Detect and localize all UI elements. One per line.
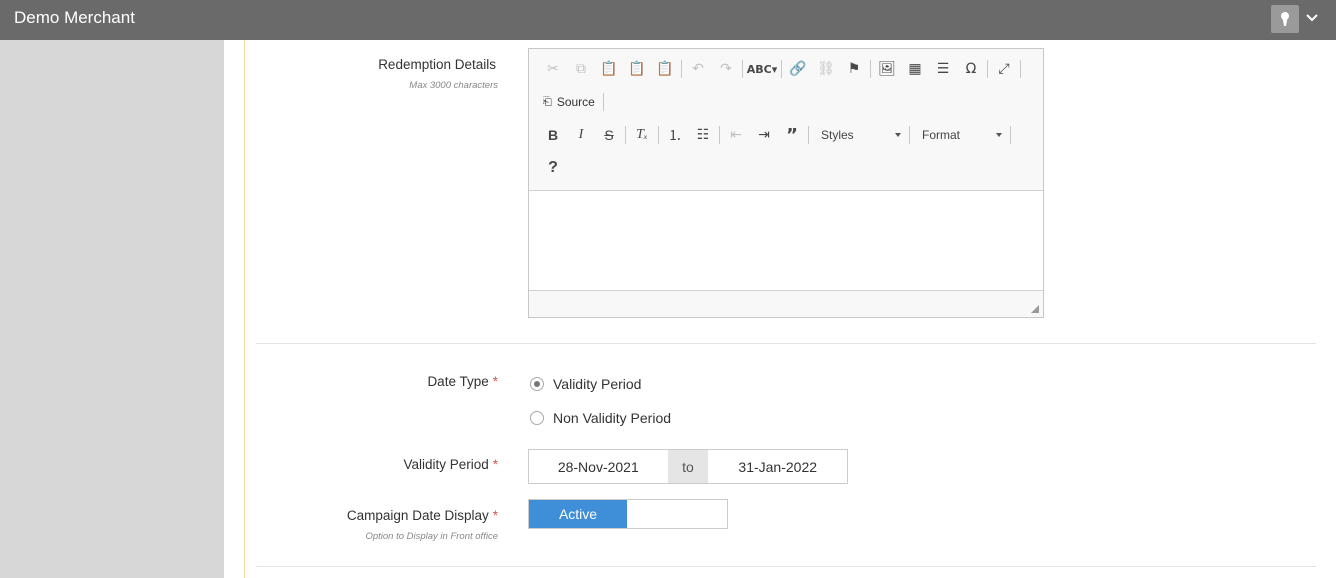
required-marker: * [492,374,498,389]
unlink-icon[interactable]: ⛓ [812,57,840,81]
editor-toolbar-row-2: ⎗ Source [539,90,606,114]
campaign-date-display-hint: Option to Display in Front office [365,531,498,542]
maximize-icon[interactable]: ⤢ [990,57,1018,81]
toolbar-separator [808,126,809,144]
radio-button-checked[interactable] [530,377,544,391]
radio-non-validity-period[interactable]: Non Validity Period [530,410,671,426]
redemption-details-label: Redemption Details [378,57,496,72]
remove-format-icon[interactable]: Tₓ [628,123,656,147]
styles-dropdown[interactable]: Styles [811,124,907,146]
special-char-icon[interactable]: Ω [957,57,985,81]
horizontal-line-icon[interactable]: ☰ [929,57,957,81]
italic-icon[interactable]: I [567,123,595,147]
undo-icon[interactable]: ↶ [684,57,712,81]
toolbar-separator [870,60,871,78]
strikethrough-icon[interactable]: S [595,123,623,147]
format-dropdown[interactable]: Format [912,124,1008,146]
editor-toolbar-row-3: B I S Tₓ ⒈ ☷ ⇤ ⇥ ” Styles Format [539,123,1013,147]
toolbar-separator [1010,126,1011,144]
toolbar-separator [987,60,988,78]
section-divider [256,566,1316,567]
increase-indent-icon[interactable]: ⇥ [750,123,778,147]
paste-text-icon[interactable]: 📋 [623,57,651,81]
toolbar-separator [625,126,626,144]
radio-button[interactable] [530,411,544,425]
blockquote-icon[interactable]: ” [778,123,806,147]
source-button[interactable]: ⎗ Source [539,95,601,109]
format-label: Format [922,128,961,142]
chevron-down-icon[interactable] [1305,11,1319,25]
section-divider [256,343,1316,344]
editor-content-area[interactable] [529,190,1043,291]
editor-toolbar-row-4: ? [539,156,567,180]
dropdown-arrow-icon [895,133,901,137]
range-separator: to [667,450,709,483]
redo-icon[interactable]: ↷ [712,57,740,81]
start-date-input[interactable]: 28-Nov-2021 [529,450,668,483]
radio-validity-period[interactable]: Validity Period [530,376,641,392]
required-marker: * [492,508,498,523]
toolbar-separator [781,60,782,78]
end-date-input[interactable]: 31-Jan-2022 [708,450,847,483]
paste-icon[interactable]: 📋 [595,57,623,81]
keyhole-icon [1281,12,1289,26]
required-marker: * [492,457,498,472]
toolbar-separator [1020,60,1021,78]
user-menu-button[interactable] [1271,5,1299,33]
toggle-active-state[interactable]: Active [529,500,627,528]
date-type-label: Date Type * [427,374,498,389]
numbered-list-icon[interactable]: ⒈ [661,123,689,147]
toolbar-separator [719,126,720,144]
top-bar: Demo Merchant [0,0,1336,40]
toolbar-separator [909,126,910,144]
toolbar-separator [742,60,743,78]
resize-handle-icon[interactable] [1031,305,1039,313]
cut-icon[interactable]: ✂ [539,57,567,81]
editor-toolbar-row-1: ✂ ⧉ 📋 📋 📋 ↶ ↷ ABC▾ 🔗 ⛓ ⚑ 🖼 ▦ ☰ Ω ⤢ [539,57,1023,81]
styles-label: Styles [821,128,854,142]
copy-icon[interactable]: ⧉ [567,57,595,81]
paste-word-icon[interactable]: 📋 [651,57,679,81]
link-icon[interactable]: 🔗 [784,57,812,81]
rich-text-editor: ✂ ⧉ 📋 📋 📋 ↶ ↷ ABC▾ 🔗 ⛓ ⚑ 🖼 ▦ ☰ Ω ⤢ ⎗ Sou… [528,48,1044,318]
app-title: Demo Merchant [14,8,135,27]
campaign-date-display-toggle[interactable]: Active [528,499,728,529]
toolbar-separator [681,60,682,78]
toolbar-separator [602,93,604,111]
validity-period-range: 28-Nov-2021 to 31-Jan-2022 [528,449,848,484]
image-icon[interactable]: 🖼 [873,57,901,81]
sidebar [0,40,224,578]
toolbar-separator [658,126,659,144]
dropdown-arrow-icon [996,133,1002,137]
campaign-date-display-label: Campaign Date Display * [346,508,498,523]
help-icon[interactable]: ? [539,156,567,180]
redemption-details-hint: Max 3000 characters [409,80,498,91]
radio-label: Validity Period [553,376,642,392]
radio-label: Non Validity Period [553,410,672,426]
anchor-flag-icon[interactable]: ⚑ [840,57,868,81]
bold-icon[interactable]: B [539,123,567,147]
bulleted-list-icon[interactable]: ☷ [689,123,717,147]
source-label: Source [556,95,595,109]
decrease-indent-icon[interactable]: ⇤ [722,123,750,147]
table-icon[interactable]: ▦ [901,57,929,81]
spellcheck-icon[interactable]: ABC▾ [745,57,779,81]
validity-period-label: Validity Period * [403,457,498,472]
source-icon: ⎗ [543,95,552,108]
